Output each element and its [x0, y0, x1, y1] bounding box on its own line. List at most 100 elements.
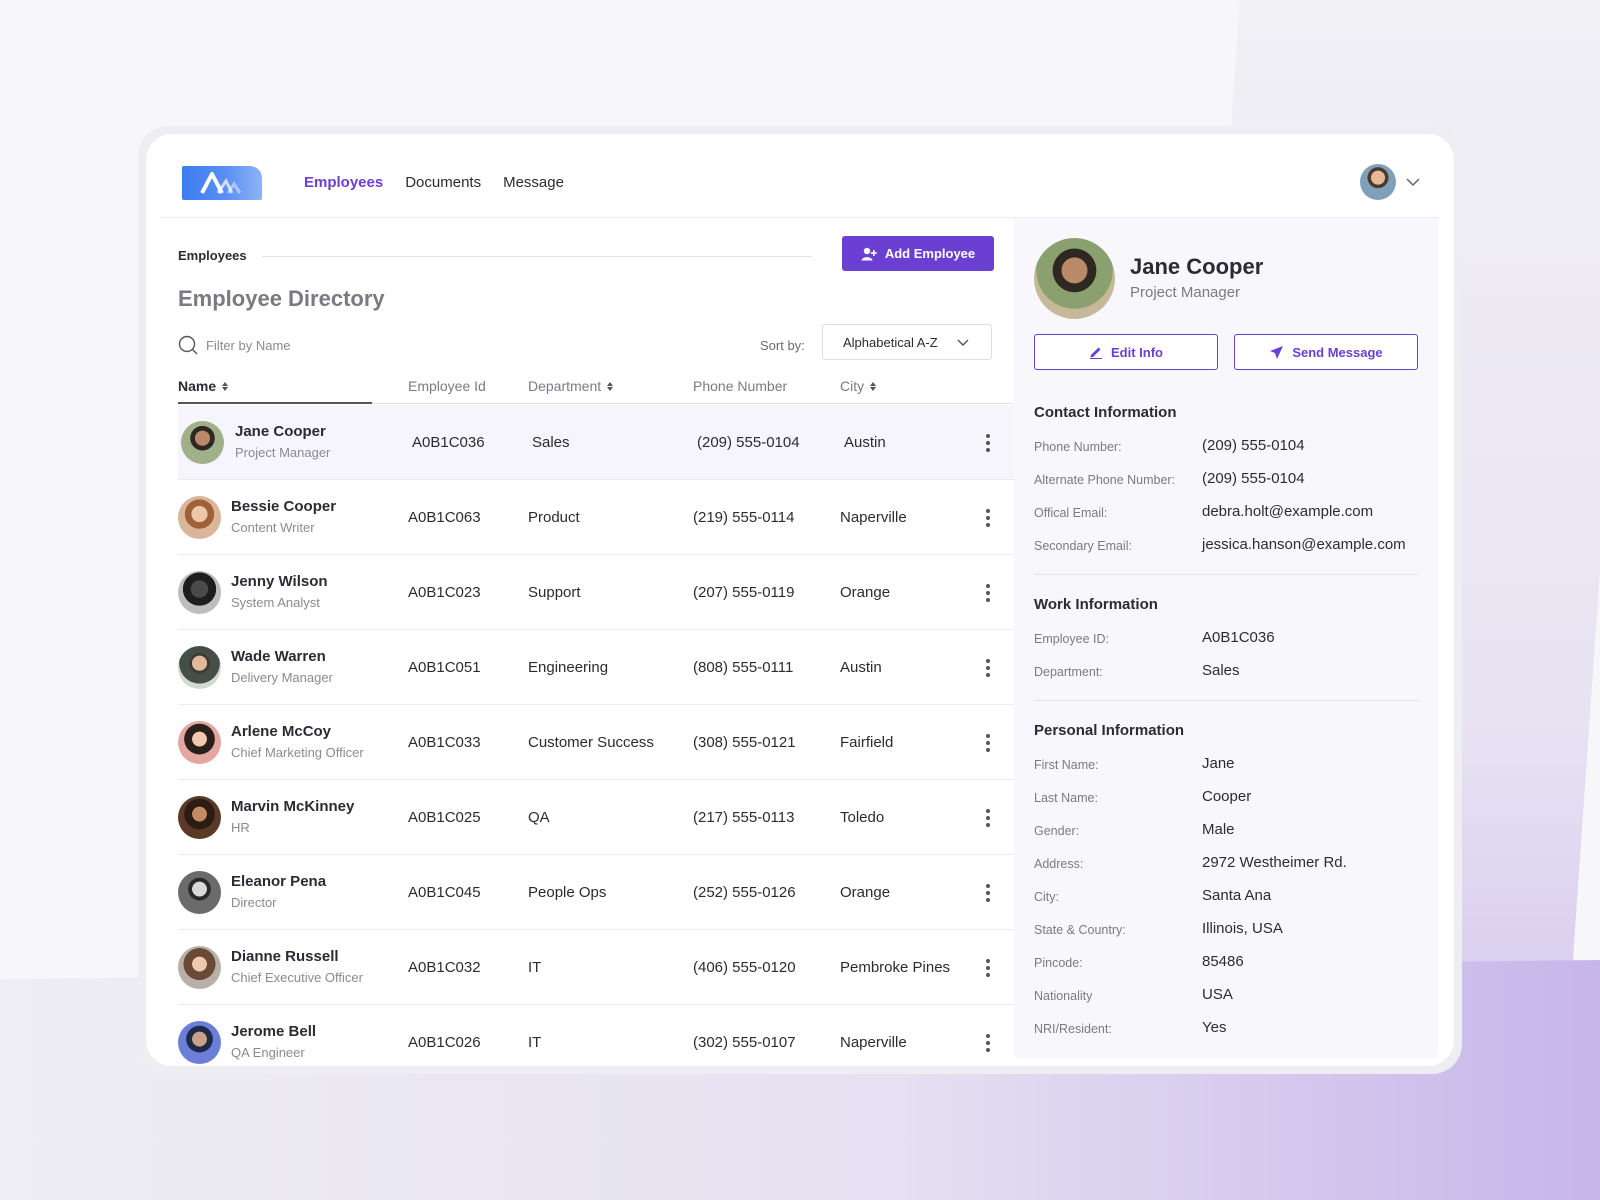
user-menu[interactable]	[1360, 164, 1420, 200]
employee-city: Naperville	[840, 1034, 907, 1051]
app-logo[interactable]	[182, 166, 262, 200]
row-more-icon[interactable]	[978, 508, 998, 528]
chevron-down-icon[interactable]	[1406, 178, 1420, 186]
column-department[interactable]: Department	[528, 378, 614, 394]
personal-value: Santa Ana	[1202, 887, 1272, 904]
send-icon	[1270, 345, 1284, 359]
contact-value: (209) 555-0104	[1202, 470, 1305, 487]
row-more-icon[interactable]	[978, 733, 998, 753]
edit-info-button[interactable]: Edit Info	[1034, 334, 1218, 370]
employee-phone: (808) 555-0111	[693, 659, 794, 676]
employee-role: Content Writer	[231, 520, 315, 535]
row-more-icon[interactable]	[978, 433, 998, 453]
contact-label: Alternate Phone Number:	[1034, 473, 1176, 487]
work-info-title: Work Information	[1034, 596, 1158, 613]
employee-department: Engineering	[528, 659, 609, 676]
sort-dropdown[interactable]: Alphabetical A-Z	[822, 324, 992, 360]
contact-label: Phone Number:	[1034, 440, 1122, 454]
employee-table-body: Jane Cooper Project Manager A0B1C036 Sal…	[178, 405, 1048, 1065]
employee-name: Bessie Cooper	[231, 498, 337, 515]
personal-info-title: Personal Information	[1034, 722, 1185, 739]
work-label: Employee ID:	[1034, 632, 1110, 646]
employee-detail-panel: Jane Cooper Project Manager Edit Info Se…	[1014, 218, 1438, 1058]
send-message-button[interactable]: Send Message	[1234, 334, 1418, 370]
search-icon	[178, 335, 198, 355]
user-avatar[interactable]	[1360, 164, 1396, 200]
add-employee-label: Add Employee	[884, 246, 976, 261]
employee-name: Wade Warren	[231, 648, 326, 665]
employee-department: Customer Success	[528, 734, 654, 751]
employee-name: Eleanor Pena	[231, 873, 327, 890]
send-message-label: Send Message	[1292, 344, 1383, 360]
table-row[interactable]: Jerome Bell QA Engineer A0B1C026 IT (302…	[178, 1005, 1048, 1065]
column-phone-number-label: Phone Number	[693, 378, 788, 394]
row-more-icon[interactable]	[978, 808, 998, 828]
table-row[interactable]: Wade Warren Delivery Manager A0B1C051 En…	[178, 630, 1048, 705]
sort-arrows-icon	[222, 381, 229, 391]
column-employee-id[interactable]: Employee Id	[408, 378, 486, 394]
chevron-down-icon	[957, 339, 969, 346]
row-more-icon[interactable]	[978, 958, 998, 978]
section-divider	[1034, 700, 1418, 701]
table-row[interactable]: Arlene McCoy Chief Marketing Officer A0B…	[178, 705, 1048, 780]
column-phone-number[interactable]: Phone Number	[693, 378, 787, 394]
employee-id: A0B1C051	[408, 659, 481, 676]
row-more-icon[interactable]	[978, 658, 998, 678]
personal-value: Jane	[1202, 755, 1235, 772]
app-window: Employees Documents Message Employees Ad…	[146, 134, 1454, 1066]
employee-role: System Analyst	[231, 595, 320, 610]
employee-phone: (302) 555-0107	[693, 1034, 796, 1051]
employee-role: HR	[231, 820, 250, 835]
employee-role: QA Engineer	[231, 1045, 305, 1060]
personal-label: City:	[1034, 890, 1059, 904]
avatar	[178, 1021, 221, 1064]
avatar	[178, 646, 221, 689]
column-name[interactable]: Name	[178, 378, 229, 394]
employee-city: Austin	[844, 434, 886, 451]
section-divider	[1034, 574, 1418, 575]
profile-avatar	[1034, 238, 1115, 319]
page-title: Employee Directory	[178, 286, 385, 311]
employee-id: A0B1C026	[408, 1034, 481, 1051]
nav-message[interactable]: Message	[503, 174, 564, 191]
employee-city: Fairfield	[840, 734, 894, 751]
column-employee-id-label: Employee Id	[408, 378, 486, 394]
row-more-icon[interactable]	[978, 583, 998, 603]
sort-arrows-icon	[870, 381, 877, 391]
personal-label: NRI/Resident:	[1034, 1022, 1112, 1036]
table-row[interactable]: Jenny Wilson System Analyst A0B1C023 Sup…	[178, 555, 1048, 630]
table-row[interactable]: Dianne Russell Chief Executive Officer A…	[178, 930, 1048, 1005]
employee-role: Chief Marketing Officer	[231, 745, 364, 760]
personal-label: Last Name:	[1034, 791, 1098, 805]
employee-id: A0B1C036	[412, 434, 485, 451]
employee-department: QA	[528, 809, 550, 826]
avatar	[178, 871, 221, 914]
directory-panel: Employees Add Employee Employee Director…	[178, 218, 1048, 1066]
personal-value: Yes	[1202, 1019, 1227, 1036]
sort-value: Alphabetical A-Z	[843, 334, 938, 350]
filter-by-name[interactable]: Filter by Name	[178, 332, 438, 358]
employee-city: Naperville	[840, 509, 907, 526]
avatar	[178, 571, 221, 614]
breadcrumb: Employees	[178, 248, 247, 263]
table-row[interactable]: Marvin McKinney HR A0B1C025 QA (217) 555…	[178, 780, 1048, 855]
personal-value: Male	[1202, 821, 1235, 838]
table-row[interactable]: Jane Cooper Project Manager A0B1C036 Sal…	[178, 405, 1048, 480]
nav-employees[interactable]: Employees	[304, 174, 383, 191]
nav-documents[interactable]: Documents	[405, 174, 481, 191]
employee-name: Marvin McKinney	[231, 798, 355, 815]
employee-phone: (308) 555-0121	[693, 734, 796, 751]
table-row[interactable]: Bessie Cooper Content Writer A0B1C063 Pr…	[178, 480, 1048, 555]
row-more-icon[interactable]	[978, 883, 998, 903]
employee-department: IT	[528, 959, 542, 976]
column-city[interactable]: City	[840, 378, 877, 394]
employee-name: Jerome Bell	[231, 1023, 317, 1040]
top-header: Employees Documents Message	[160, 134, 1440, 218]
row-more-icon[interactable]	[978, 1033, 998, 1053]
employee-phone: (252) 555-0126	[693, 884, 796, 901]
table-row[interactable]: Eleanor Pena Director A0B1C045 People Op…	[178, 855, 1048, 930]
personal-label: State & Country:	[1034, 923, 1126, 937]
employee-role: Project Manager	[235, 445, 331, 460]
employee-department: People Ops	[528, 884, 607, 901]
add-employee-button[interactable]: Add Employee	[842, 236, 994, 271]
